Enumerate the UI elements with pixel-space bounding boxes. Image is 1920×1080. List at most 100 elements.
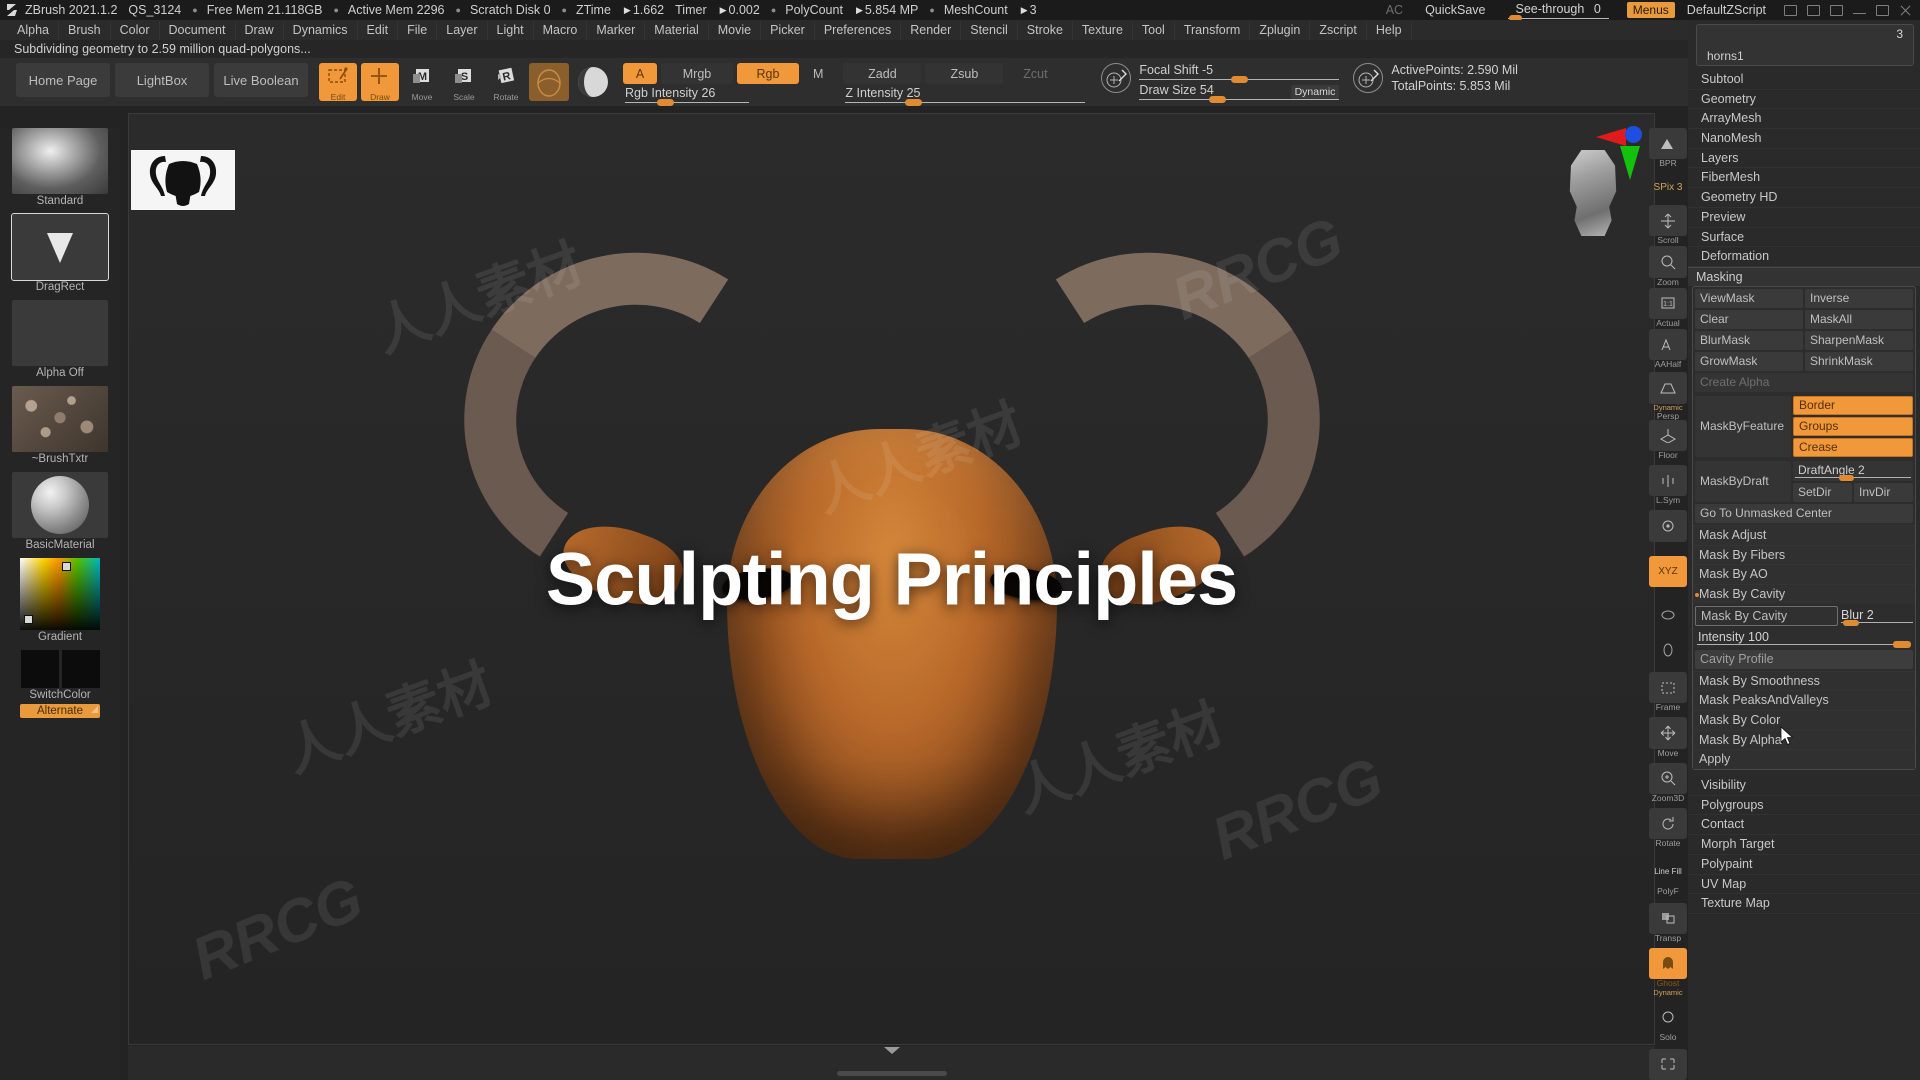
ac-indicator[interactable]: AC [1386,3,1403,17]
cavity-profile-button[interactable]: Cavity Profile [1695,649,1913,669]
navigation-gizmo[interactable] [1556,122,1642,242]
cavity-blur-knob[interactable] [1843,619,1859,626]
sidebar-item-contact[interactable]: Contact [1688,815,1920,836]
draft-angle-slider[interactable]: DraftAngle 2 [1793,460,1913,481]
current-tool-thumbnail[interactable]: 3 horns1 [1696,24,1914,66]
switch-zcut[interactable]: Zcut [1007,63,1063,84]
texture-thumb[interactable] [12,386,108,452]
sidebar-item-deformation[interactable]: Deformation [1688,247,1920,267]
sidebar-item-texture-map[interactable]: Texture Map [1688,894,1920,914]
mask-by-draft-label[interactable]: MaskByDraft [1695,460,1791,502]
color-swatches[interactable] [8,650,112,688]
menu-item-alpha[interactable]: Alpha [8,20,59,40]
menu-item-draw[interactable]: Draw [236,20,284,40]
switch-m[interactable]: M [803,63,833,84]
draw-size-dynamic-tag[interactable]: Dynamic [1290,85,1340,99]
mask-by-cavity-row[interactable]: Mask By Cavity [1693,583,1915,604]
menu-item-marker[interactable]: Marker [587,20,646,40]
inverse-button[interactable]: Inverse [1805,288,1913,308]
close-icon[interactable] [1899,5,1912,16]
ghost-button[interactable]: Ghost Dynamic [1649,948,1687,997]
sidebar-item-morph-target[interactable]: Morph Target [1688,835,1920,855]
shrinkmask-button[interactable]: ShrinkMask [1805,351,1913,371]
sharpenmask-button[interactable]: SharpenMask [1805,330,1913,350]
draft-angle-knob[interactable] [1838,474,1854,481]
menu-item-stencil[interactable]: Stencil [961,20,1018,40]
color-picker[interactable] [20,558,100,630]
polyf-button[interactable]: Line Fill PolyF [1649,855,1687,896]
see-through-slider[interactable]: See-through 0 [1507,2,1609,21]
sidebar-item-preview[interactable]: Preview [1688,208,1920,228]
sidebar-item-layers[interactable]: Layers [1688,149,1920,169]
menus-button[interactable]: Menus [1626,2,1675,18]
menu-item-stroke[interactable]: Stroke [1018,20,1073,40]
draw-size-knob[interactable] [1209,96,1227,103]
focal-shift-slider[interactable]: Focal Shift -5 [1139,63,1340,83]
layout-icon[interactable] [1830,4,1843,16]
sidebar-item-subtool[interactable]: Subtool [1688,70,1920,90]
menu-item-texture[interactable]: Texture [1073,20,1133,40]
blurmask-button[interactable]: BlurMask [1695,330,1803,350]
default-zscript-label[interactable]: DefaultZScript [1687,3,1766,17]
menu-item-transform[interactable]: Transform [1175,20,1251,40]
edit-mode-button[interactable]: Edit [319,63,357,102]
alpha-off-thumb[interactable] [12,300,108,366]
texture-brushtxtr-item[interactable]: ~BrushTxtr [8,386,112,465]
collapse-caret-icon[interactable] [883,1047,900,1054]
mask-by-alpha-row[interactable]: Mask By Alpha [1693,729,1915,750]
cavity-blur-slider[interactable]: Blur 2 [1841,606,1913,626]
mask-apply-row[interactable]: Apply [1693,749,1915,770]
switch-mrgb[interactable]: Mrgb [661,63,733,84]
z-intensity-knob[interactable] [905,99,923,106]
mask-by-cavity-field[interactable]: Mask By Cavity [1695,605,1838,626]
maskall-button[interactable]: MaskAll [1805,309,1913,329]
mask-by-ao-row[interactable]: Mask By AO [1693,564,1915,584]
rotate-y-button[interactable] [1649,635,1687,666]
grid-icon[interactable] [1784,4,1797,16]
xpose-button[interactable]: Xpose [1649,1048,1687,1080]
floor-button[interactable]: Floor [1649,419,1687,460]
switch-color-item[interactable]: SwitchColor Alternate [8,650,112,718]
alpha-preview-thumbnail[interactable] [131,150,235,210]
menu-item-picker[interactable]: Picker [761,20,815,40]
lightbox-button[interactable]: LightBox [115,63,209,97]
primary-color-swatch[interactable] [20,650,59,688]
scale-mode-button[interactable]: S Scale [445,63,483,102]
material-thumb[interactable] [12,472,108,538]
switch-zsub[interactable]: Zsub [925,63,1004,84]
focal-shift-knob[interactable] [1231,76,1249,83]
switch-zadd[interactable]: Zadd [843,63,922,84]
minimize-icon[interactable] [1853,7,1866,14]
viewmask-button[interactable]: ViewMask [1695,288,1803,308]
menu-item-movie[interactable]: Movie [709,20,762,40]
lsym-button[interactable]: L.Sym [1649,465,1687,505]
zoom3d-button[interactable]: Zoom3D [1649,762,1687,803]
brush-standard-item[interactable]: Standard [8,128,112,207]
alpha-off-item[interactable]: Alpha Off [8,300,112,379]
secondary-color-swatch[interactable] [61,650,100,688]
sidebar-item-geometry[interactable]: Geometry [1688,90,1920,110]
mask-adjust-row[interactable]: Mask Adjust [1693,524,1915,545]
menu-item-document[interactable]: Document [160,20,236,40]
feature-groups-button[interactable]: Groups [1793,416,1913,436]
current-material-swatch[interactable] [529,63,569,101]
zoom-button[interactable]: Zoom [1649,246,1687,287]
clear-button[interactable]: Clear [1695,309,1803,329]
color-pick-handle-top[interactable] [62,562,71,571]
mask-peaks-and-valleys-row[interactable]: Mask PeaksAndValleys [1693,690,1915,710]
menu-item-color[interactable]: Color [111,20,160,40]
rotate-nav-button[interactable]: Rotate [1649,808,1687,848]
mask-by-color-row[interactable]: Mask By Color [1693,710,1915,730]
quicksave-button[interactable]: QuickSave [1425,3,1485,17]
alternate-button[interactable]: Alternate [20,704,100,718]
menu-item-help[interactable]: Help [1367,20,1412,40]
brush-standard-thumb[interactable] [12,128,108,194]
frame-button[interactable]: Frame [1649,671,1687,712]
setdir-button[interactable]: SetDir [1793,482,1852,502]
menu-item-edit[interactable]: Edit [358,20,399,40]
solo-button[interactable]: Solo [1649,1001,1687,1042]
draw-mode-button[interactable]: Draw [361,63,399,102]
sidebar-item-nanomesh[interactable]: NanoMesh [1688,129,1920,149]
panels-icon[interactable] [1807,4,1820,16]
feature-border-button[interactable]: Border [1793,395,1913,415]
